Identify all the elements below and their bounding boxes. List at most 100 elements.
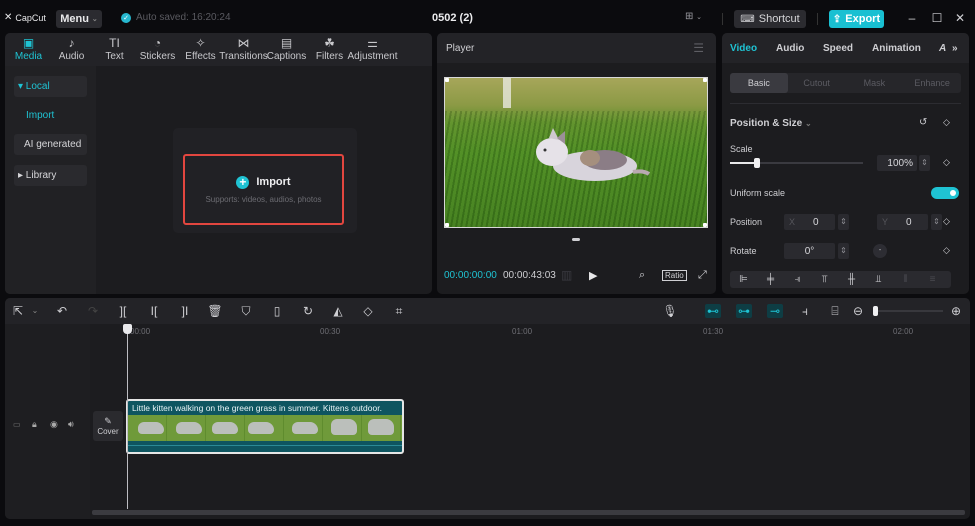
close-button[interactable]: ✕ xyxy=(953,11,967,25)
keyframe-icon[interactable]: ◇ xyxy=(943,245,950,256)
playhead-handle[interactable] xyxy=(123,324,132,334)
distribute-v-icon[interactable]: ≡ xyxy=(919,274,946,285)
keyframe-icon[interactable]: ◇ xyxy=(943,216,950,227)
playhead-line[interactable] xyxy=(127,324,128,509)
tab-speed[interactable]: Speed xyxy=(823,43,853,54)
rotate-handle[interactable] xyxy=(572,238,580,241)
zoom-slider[interactable] xyxy=(873,306,943,316)
timeline-grid-icon[interactable]: ▥ xyxy=(561,268,572,282)
play-icon[interactable]: ▶ xyxy=(589,269,597,282)
resize-handle[interactable] xyxy=(703,223,707,227)
timeline-ruler[interactable]: 00:00 00:30 01:00 01:30 02:00 xyxy=(90,324,970,338)
keyframe-icon[interactable]: ◇ xyxy=(943,117,950,128)
tab-text[interactable]: TI Text xyxy=(93,33,136,66)
microphone-icon[interactable]: 🎙︎ xyxy=(662,304,678,318)
reverse-icon[interactable]: ↻ xyxy=(300,304,316,318)
hamburger-menu-icon[interactable]: ☰ xyxy=(693,41,704,55)
ratio-button[interactable]: Ratio xyxy=(662,269,687,281)
tab-transitions[interactable]: ⋈ Transitions xyxy=(219,33,268,66)
rotate-dial[interactable]: - xyxy=(873,244,887,258)
tab-overflow[interactable]: A xyxy=(939,43,946,54)
rotate-icon[interactable]: ◇ xyxy=(360,304,376,318)
split-icon[interactable]: ][ xyxy=(115,304,131,318)
tab-filters[interactable]: ☘ Filters xyxy=(308,33,351,66)
scale-input[interactable]: 100% xyxy=(877,155,917,171)
marker-icon[interactable]: ⛉ xyxy=(238,304,254,319)
resize-handle[interactable] xyxy=(703,78,707,82)
chevron-down-icon[interactable]: ⌄ xyxy=(27,306,43,315)
rotate-input[interactable]: 0° xyxy=(784,243,835,259)
horizontal-scrollbar[interactable] xyxy=(92,510,965,515)
tab-audio[interactable]: Audio xyxy=(776,43,804,54)
scale-slider-handle[interactable] xyxy=(753,158,760,168)
scale-slider[interactable] xyxy=(730,158,863,168)
align-right-icon[interactable]: ⫣ xyxy=(784,274,811,285)
resize-handle[interactable] xyxy=(445,78,449,82)
tab-animation[interactable]: Animation xyxy=(872,43,921,54)
sidebar-item-ai-generated[interactable]: AI generated xyxy=(14,134,87,155)
main-track-magnet-icon[interactable]: ⊷ xyxy=(705,304,721,318)
split-left-icon[interactable]: I[ xyxy=(146,304,162,318)
sidebar-item-local[interactable]: ▾ Local xyxy=(14,76,87,97)
auto-snap-icon[interactable]: ⊶ xyxy=(736,304,752,318)
preview-axis-icon[interactable]: ⌸ xyxy=(827,304,843,319)
align-center-h-icon[interactable]: ╪ xyxy=(757,274,784,285)
layout-button[interactable]: ⊞ ⌄ xyxy=(685,11,702,22)
tab-video[interactable]: Video xyxy=(730,43,757,54)
maximize-button[interactable]: ☐ xyxy=(930,11,944,25)
position-x-input[interactable]: X 0 xyxy=(784,214,835,230)
more-tabs-icon[interactable]: » xyxy=(952,43,958,54)
visibility-icon[interactable]: ◉ xyxy=(50,419,58,430)
minimize-button[interactable]: – xyxy=(905,11,919,25)
lock-icon[interactable]: 🔒︎ xyxy=(32,419,37,430)
tab-media[interactable]: ▣ Media xyxy=(7,33,50,66)
reset-icon[interactable]: ↺ xyxy=(919,117,927,128)
delete-icon[interactable]: 🗑︎ xyxy=(207,304,223,318)
cover-button[interactable]: ✎ Cover xyxy=(93,411,123,441)
zoom-out-icon[interactable]: ⊖ xyxy=(850,304,866,318)
align-center-v-icon[interactable]: ╫ xyxy=(838,274,865,285)
uniform-scale-toggle[interactable] xyxy=(931,187,959,199)
select-tool-icon[interactable]: ⇱ xyxy=(10,304,26,318)
mute-icon[interactable]: 🔊︎ xyxy=(68,419,74,430)
subtab-enhance[interactable]: Enhance xyxy=(903,73,961,93)
crop-icon[interactable]: ⌗ xyxy=(391,304,407,319)
subtab-basic[interactable]: Basic xyxy=(730,73,788,93)
video-preview[interactable] xyxy=(444,77,708,228)
position-x-stepper[interactable]: ⇕ xyxy=(838,214,849,230)
zoom-slider-handle[interactable] xyxy=(873,306,878,316)
tab-effects[interactable]: ✧ Effects xyxy=(179,33,222,66)
align-bottom-icon[interactable]: ⫫ xyxy=(865,274,892,285)
subtab-mask[interactable]: Mask xyxy=(846,73,904,93)
section-title[interactable]: Position & Size ⌄ xyxy=(730,118,812,129)
sidebar-item-import[interactable]: Import xyxy=(14,105,87,126)
import-button[interactable]: + Import Supports: videos, audios, photo… xyxy=(183,154,344,225)
keyframe-icon[interactable]: ◇ xyxy=(943,157,950,168)
export-button[interactable]: ⇪ Export xyxy=(829,10,884,28)
tab-stickers[interactable]: ◔ Stickers xyxy=(136,33,179,66)
tab-captions[interactable]: ▤ Captions xyxy=(265,33,308,66)
align-top-icon[interactable]: ⫪ xyxy=(811,274,838,285)
align-left-icon[interactable]: ⊫ xyxy=(730,274,757,285)
rotate-stepper[interactable]: ⇕ xyxy=(838,243,849,259)
resize-handle[interactable] xyxy=(445,223,449,227)
zoom-fit-icon[interactable]: ⌕ xyxy=(639,269,645,282)
redo-icon[interactable]: ↷ xyxy=(85,304,101,318)
position-y-input[interactable]: Y 0 xyxy=(877,214,928,230)
position-y-stepper[interactable]: ⇕ xyxy=(931,214,942,230)
split-right-icon[interactable]: ]I xyxy=(177,304,193,318)
fullscreen-icon[interactable]: ⤢ xyxy=(698,269,707,282)
split-screen-icon[interactable]: ⫞ xyxy=(797,304,813,319)
shortcut-button[interactable]: ⌨ Shortcut xyxy=(734,10,806,28)
linkage-icon[interactable]: ⊸ xyxy=(767,304,783,318)
distribute-h-icon[interactable]: ⫴ xyxy=(892,274,919,285)
sidebar-item-library[interactable]: ▸ Library xyxy=(14,165,87,186)
undo-icon[interactable]: ↶ xyxy=(54,304,70,318)
video-clip[interactable]: Little kitten walking on the green grass… xyxy=(126,399,404,454)
subtab-cutout[interactable]: Cutout xyxy=(788,73,846,93)
menu-button[interactable]: Menu ⌄ xyxy=(56,10,102,28)
zoom-in-icon[interactable]: ⊕ xyxy=(948,304,964,318)
scale-stepper[interactable]: ⇕ xyxy=(919,155,930,171)
mirror-icon[interactable]: ◭ xyxy=(330,304,346,318)
tab-audio[interactable]: ♪ Audio xyxy=(50,33,93,66)
